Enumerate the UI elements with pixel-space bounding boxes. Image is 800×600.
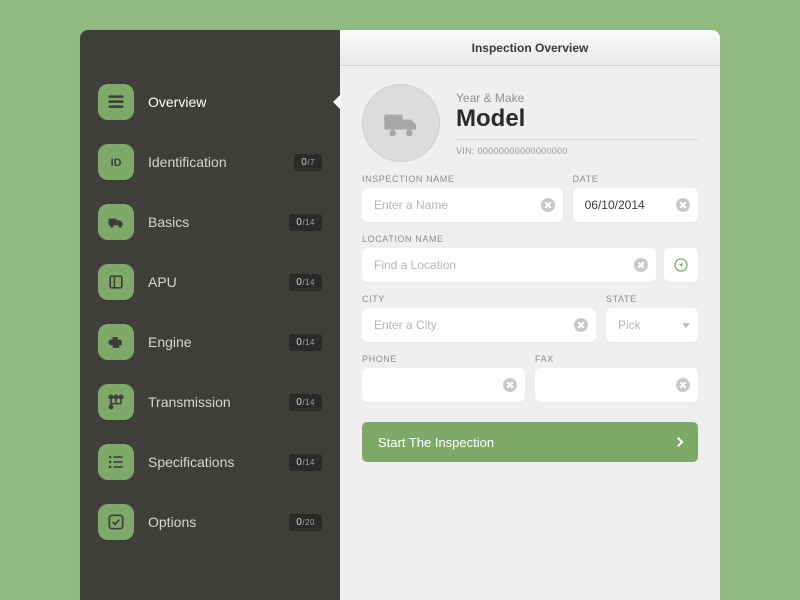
model-label: Model xyxy=(456,105,698,133)
clear-icon[interactable] xyxy=(503,378,517,392)
vin-label: VIN: 00000000000000000 xyxy=(456,139,698,156)
clear-icon[interactable] xyxy=(676,198,690,212)
sidebar-item-overview[interactable]: Overview xyxy=(80,80,340,124)
clear-icon[interactable] xyxy=(676,378,690,392)
count-badge: 0/14 xyxy=(289,454,322,471)
content: Year & Make Model VIN: 00000000000000000… xyxy=(340,66,720,462)
sidebar-item-transmission[interactable]: Transmission 0/14 xyxy=(80,380,340,424)
sidebar-item-options[interactable]: Options 0/20 xyxy=(80,500,340,544)
vehicle-header: Year & Make Model VIN: 00000000000000000 xyxy=(362,84,698,162)
inspection-name-label: INSPECTION NAME xyxy=(362,174,563,184)
truck-icon xyxy=(98,204,134,240)
app-window: Overview ID Identification 0/7 Basics 0/… xyxy=(80,30,720,600)
clear-icon[interactable] xyxy=(634,258,648,272)
count-badge: 0/14 xyxy=(289,394,322,411)
sidebar-item-label: Specifications xyxy=(148,454,289,470)
id-icon: ID xyxy=(98,144,134,180)
count-badge: 0/14 xyxy=(289,274,322,291)
sidebar-item-basics[interactable]: Basics 0/14 xyxy=(80,200,340,244)
count-badge: 0/14 xyxy=(289,214,322,231)
clear-icon[interactable] xyxy=(541,198,555,212)
fax-input[interactable] xyxy=(535,368,698,402)
sidebar-item-identification[interactable]: ID Identification 0/7 xyxy=(80,140,340,184)
truck-icon xyxy=(381,103,421,143)
compass-icon xyxy=(673,257,689,273)
vehicle-avatar xyxy=(362,84,440,162)
sidebar-item-label: Overview xyxy=(148,94,322,110)
sidebar: Overview ID Identification 0/7 Basics 0/… xyxy=(80,30,340,600)
sidebar-item-engine[interactable]: Engine 0/14 xyxy=(80,320,340,364)
transmission-icon xyxy=(98,384,134,420)
sidebar-item-label: Options xyxy=(148,514,289,530)
sidebar-item-specifications[interactable]: Specifications 0/14 xyxy=(80,440,340,484)
phone-label: PHONE xyxy=(362,354,525,364)
specs-icon xyxy=(98,444,134,480)
location-name-input[interactable]: Find a Location xyxy=(362,248,656,282)
clear-icon[interactable] xyxy=(574,318,588,332)
date-input[interactable]: 06/10/2014 xyxy=(573,188,698,222)
phone-input[interactable] xyxy=(362,368,525,402)
box-icon xyxy=(98,264,134,300)
main-panel: Inspection Overview Year & Make Model VI… xyxy=(340,30,720,600)
year-make-label: Year & Make xyxy=(456,91,698,105)
vehicle-meta: Year & Make Model VIN: 00000000000000000 xyxy=(456,91,698,156)
chevron-right-icon xyxy=(674,437,684,447)
inspection-name-input[interactable]: Enter a Name xyxy=(362,188,563,222)
page-title: Inspection Overview xyxy=(340,30,720,66)
count-badge: 0/20 xyxy=(289,514,322,531)
count-badge: 0/14 xyxy=(289,334,322,351)
state-label: STATE xyxy=(606,294,698,304)
sidebar-item-label: Basics xyxy=(148,214,289,230)
svg-text:ID: ID xyxy=(111,157,122,169)
sidebar-item-label: Identification xyxy=(148,154,294,170)
locate-button[interactable] xyxy=(664,248,698,282)
sidebar-item-apu[interactable]: APU 0/14 xyxy=(80,260,340,304)
options-icon xyxy=(98,504,134,540)
state-select[interactable]: Pick xyxy=(606,308,698,342)
list-stack-icon xyxy=(98,84,134,120)
sidebar-item-label: Transmission xyxy=(148,394,289,410)
date-label: DATE xyxy=(573,174,698,184)
start-inspection-label: Start The Inspection xyxy=(378,435,494,450)
chevron-down-icon xyxy=(682,323,690,328)
start-inspection-button[interactable]: Start The Inspection xyxy=(362,422,698,462)
sidebar-item-label: Engine xyxy=(148,334,289,350)
city-label: CITY xyxy=(362,294,596,304)
engine-icon xyxy=(98,324,134,360)
location-name-label: LOCATION NAME xyxy=(362,234,698,244)
sidebar-item-label: APU xyxy=(148,274,289,290)
count-badge: 0/7 xyxy=(294,154,322,171)
fax-label: FAX xyxy=(535,354,698,364)
city-input[interactable]: Enter a City xyxy=(362,308,596,342)
